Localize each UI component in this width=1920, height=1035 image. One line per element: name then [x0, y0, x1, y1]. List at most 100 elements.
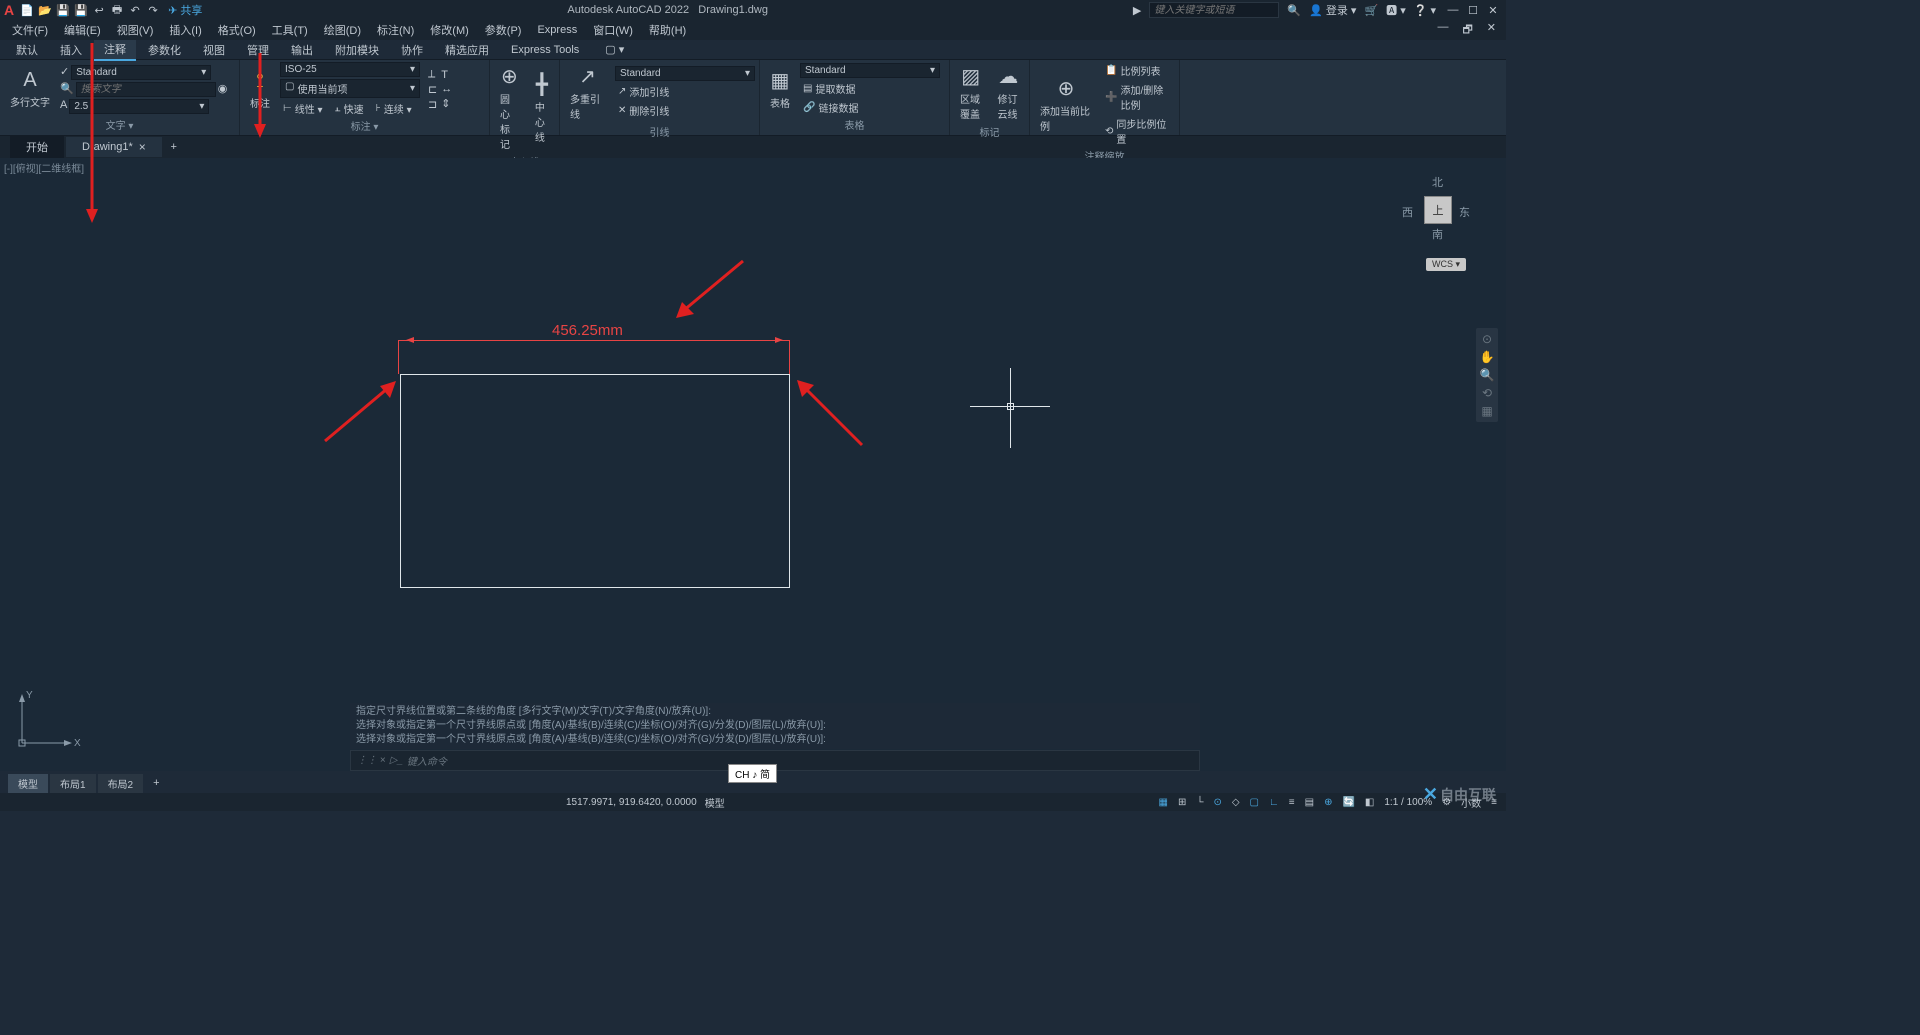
- doc-close-button[interactable]: ✕: [1481, 19, 1502, 42]
- new-file-tab-button[interactable]: +: [164, 141, 184, 153]
- qat-undo-icon[interactable]: ↶: [128, 3, 142, 17]
- status-transparency-icon[interactable]: ▤: [1302, 796, 1317, 809]
- help-search-input[interactable]: [1149, 2, 1279, 18]
- tab-express-tools[interactable]: Express Tools: [501, 42, 589, 58]
- menu-file[interactable]: 文件(F): [6, 20, 54, 40]
- cart-icon[interactable]: 🛒: [1364, 4, 1378, 17]
- menu-tools[interactable]: 工具(T): [266, 20, 314, 40]
- add-leader-button[interactable]: ↗ 添加引线: [615, 83, 755, 100]
- menu-format[interactable]: 格式(O): [212, 20, 262, 40]
- close-button[interactable]: ✕: [1484, 4, 1502, 17]
- dim-layer-dropdown[interactable]: ▢使用当前项▾: [280, 79, 420, 98]
- panel-title-text[interactable]: 文字 ▾: [4, 116, 235, 133]
- qat-new-icon[interactable]: 📄: [20, 3, 34, 17]
- dim-style-dropdown[interactable]: ISO-25▾: [280, 62, 420, 77]
- minimize-button[interactable]: —: [1444, 4, 1462, 17]
- table-button[interactable]: ▦表格: [764, 66, 796, 112]
- nav-orbit-icon[interactable]: ⟲: [1478, 386, 1496, 400]
- tab-output[interactable]: 输出: [281, 40, 323, 60]
- login-button[interactable]: 👤 登录 ▾: [1309, 2, 1356, 18]
- nav-wheel-icon[interactable]: ⊙: [1478, 332, 1496, 346]
- status-otrack-icon[interactable]: ∟: [1266, 796, 1282, 809]
- add-layout-button[interactable]: +: [145, 775, 167, 791]
- layout-tab-model[interactable]: 模型: [8, 774, 48, 793]
- qat-redo-icon[interactable]: ↷: [146, 3, 160, 17]
- link-data-button[interactable]: 🔗 链接数据: [800, 99, 940, 116]
- text-height-icon[interactable]: A: [60, 99, 67, 114]
- qat-save-icon[interactable]: 💾: [56, 3, 70, 17]
- doc-minimize-button[interactable]: —: [1431, 19, 1454, 42]
- add-current-scale-button[interactable]: ⊕添加当前比例: [1034, 74, 1098, 135]
- tab-addins[interactable]: 附加模块: [325, 40, 389, 60]
- app-menu-icon[interactable]: 🅰 ▾: [1386, 2, 1406, 18]
- share-button[interactable]: ✈ 共享: [168, 2, 202, 18]
- file-tab-start[interactable]: 开始: [10, 136, 64, 158]
- find-go-icon[interactable]: ◉: [218, 82, 228, 97]
- status-grid-icon[interactable]: ▦: [1156, 796, 1171, 809]
- ribbon-collapse-button[interactable]: ▢ ▾: [595, 41, 634, 58]
- leader-style-dropdown[interactable]: Standard▾: [615, 66, 755, 81]
- find-icon[interactable]: 🔍: [60, 82, 74, 97]
- status-polar-icon[interactable]: ⊙: [1210, 796, 1224, 809]
- viewcube-north[interactable]: 北: [1432, 174, 1443, 190]
- dim-linear-button[interactable]: ⊢ 线性 ▾: [280, 100, 326, 117]
- scale-list-button[interactable]: 📋 比例列表: [1102, 62, 1175, 79]
- centerline-button[interactable]: ╋中心线: [529, 70, 555, 146]
- status-3dosnap-icon[interactable]: ◧: [1362, 796, 1377, 809]
- dim-quick-button[interactable]: ⫠ 快速: [332, 100, 367, 117]
- mleader-button[interactable]: ↗多重引线: [564, 62, 611, 123]
- menu-edit[interactable]: 编辑(E): [58, 20, 107, 40]
- tab-view[interactable]: 视图: [193, 40, 235, 60]
- dim-tool-icon-1[interactable]: ⟂: [428, 68, 437, 81]
- status-isodraft-icon[interactable]: ◇: [1229, 796, 1243, 809]
- menu-dimension[interactable]: 标注(N): [371, 20, 420, 40]
- dim-tool-icon-5[interactable]: ↔: [441, 83, 452, 95]
- view-cube[interactable]: 北 南 东 西 上: [1396, 168, 1476, 248]
- cmd-handle-icon[interactable]: ⋮⋮ ×: [357, 755, 386, 766]
- abc-check-icon[interactable]: ✓: [60, 65, 69, 80]
- viewport-controls[interactable]: [-][俯视][二维线框]: [4, 160, 84, 175]
- status-snap-icon[interactable]: ⊞: [1175, 796, 1189, 809]
- dim-continue-button[interactable]: ⊦ 连续 ▾: [373, 100, 415, 117]
- tab-parametric[interactable]: 参数化: [138, 40, 191, 60]
- layout-tab-2[interactable]: 布局2: [98, 774, 144, 793]
- remove-leader-button[interactable]: ✕ 删除引线: [615, 102, 755, 119]
- info-arrow-icon[interactable]: ▶: [1133, 4, 1141, 17]
- panel-title-dimension[interactable]: 标注 ▾: [244, 117, 485, 134]
- wipeout-button[interactable]: ▨区域覆盖: [954, 62, 988, 123]
- status-model-button[interactable]: 模型: [705, 795, 725, 810]
- viewcube-south[interactable]: 南: [1432, 226, 1443, 242]
- maximize-button[interactable]: ☐: [1464, 4, 1482, 17]
- dim-tool-icon-6[interactable]: ⇕: [441, 97, 452, 110]
- qat-saveas-icon[interactable]: 💾: [74, 3, 88, 17]
- tab-featured[interactable]: 精选应用: [435, 40, 499, 60]
- menu-insert[interactable]: 插入(I): [163, 20, 207, 40]
- qat-open-icon[interactable]: 📂: [38, 3, 52, 17]
- menu-window[interactable]: 窗口(W): [587, 20, 639, 40]
- panel-title-table[interactable]: 表格: [764, 116, 945, 133]
- status-dynamic-input-icon[interactable]: ⊕: [1321, 796, 1335, 809]
- layout-tab-1[interactable]: 布局1: [50, 774, 96, 793]
- status-ortho-icon[interactable]: └: [1193, 796, 1206, 809]
- close-icon[interactable]: ×: [139, 140, 146, 154]
- dim-tool-icon-2[interactable]: ⊏: [428, 83, 437, 96]
- menu-modify[interactable]: 修改(M): [424, 20, 475, 40]
- viewcube-west[interactable]: 西: [1402, 204, 1413, 220]
- drawing-viewport[interactable]: [-][俯视][二维线框] 北 南 东 西 上 WCS ▾ ⊙ ✋ 🔍 ⟲ ▦ …: [0, 158, 1506, 771]
- panel-title-leader[interactable]: 引线: [564, 123, 755, 140]
- menu-view[interactable]: 视图(V): [111, 20, 160, 40]
- viewcube-top-face[interactable]: 上: [1424, 196, 1452, 224]
- wcs-dropdown[interactable]: WCS ▾: [1426, 258, 1466, 271]
- extract-data-button[interactable]: ▤ 提取数据: [800, 80, 940, 97]
- help-icon[interactable]: ❔ ▾: [1414, 4, 1436, 17]
- menu-draw[interactable]: 绘图(D): [318, 20, 367, 40]
- mtext-button[interactable]: A 多行文字: [4, 67, 56, 111]
- table-style-dropdown[interactable]: Standard▾: [800, 63, 940, 78]
- qat-recent-icon[interactable]: ↩: [92, 3, 106, 17]
- dim-tool-icon-3[interactable]: ⊐: [428, 98, 437, 111]
- file-tab-drawing1[interactable]: Drawing1*×: [66, 137, 162, 157]
- viewcube-east[interactable]: 东: [1459, 204, 1470, 220]
- dim-tool-icon-4[interactable]: T: [441, 69, 452, 81]
- doc-restore-button[interactable]: 🗗: [1456, 19, 1478, 42]
- status-osnap-icon[interactable]: ▢: [1247, 796, 1262, 809]
